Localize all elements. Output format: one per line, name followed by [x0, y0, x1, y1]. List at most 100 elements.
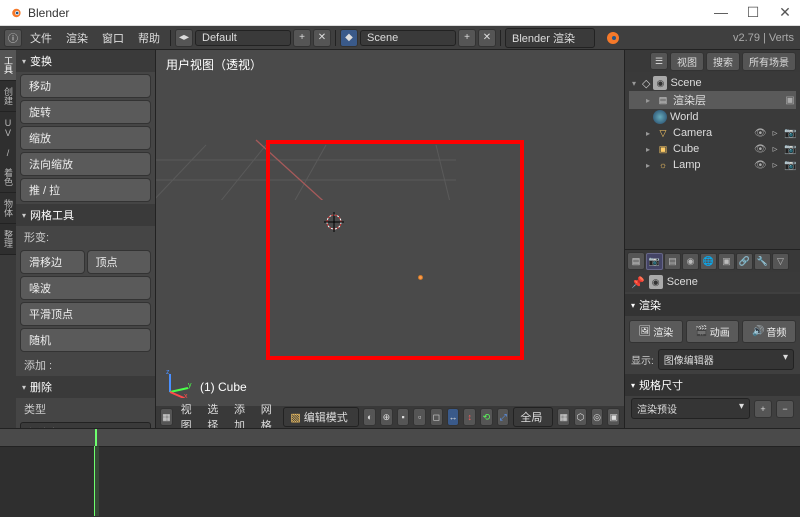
rotate-button[interactable]: 旋转: [20, 100, 151, 124]
sel-face-icon[interactable]: ◻: [430, 408, 443, 426]
manip-move-icon[interactable]: ↕: [463, 408, 476, 426]
tab-scene-icon[interactable]: ◉: [682, 253, 699, 270]
tree-world-row[interactable]: World: [629, 109, 796, 125]
proportional-icon[interactable]: ◎: [591, 408, 604, 426]
manip-rotate-icon[interactable]: ⟲: [480, 408, 493, 426]
tab-options[interactable]: 物体: [0, 193, 16, 224]
rend-icon[interactable]: 📷: [784, 128, 796, 139]
render-preview-icon[interactable]: ▣: [607, 408, 620, 426]
scene-browse-icon[interactable]: ◆: [340, 29, 358, 47]
outliner-search-button[interactable]: 搜索: [706, 52, 740, 71]
layers-icon[interactable]: ▦: [557, 408, 570, 426]
panel-delete-head[interactable]: 删除: [16, 376, 155, 398]
tab-world-icon[interactable]: 🌐: [700, 253, 717, 270]
panel-transform-head[interactable]: 变换: [16, 50, 155, 72]
manip-scale-icon[interactable]: ⤢: [497, 408, 510, 426]
sel-vert-icon[interactable]: ▪: [397, 408, 410, 426]
vis-icon[interactable]: 👁: [754, 160, 766, 171]
scale-normal-button[interactable]: 法向缩放: [20, 152, 151, 176]
timeline-body[interactable]: [0, 447, 800, 517]
tree-lamp-row[interactable]: ▸☼Lamp👁▹📷: [629, 157, 796, 173]
editor-type-outliner-icon[interactable]: ☰: [650, 52, 668, 70]
render-preset-select[interactable]: 渲染预设▾: [631, 398, 750, 419]
mode-select[interactable]: ▧编辑模式: [283, 407, 359, 427]
outliner-filter-select[interactable]: 所有场景: [742, 52, 796, 71]
tab-render-icon[interactable]: 📷: [646, 253, 663, 270]
maximize-button[interactable]: ☐: [746, 4, 760, 21]
snap-icon[interactable]: ⬡: [574, 408, 587, 426]
delete-mode-select[interactable]: 仅边和面▾: [20, 422, 151, 428]
noise-button[interactable]: 噪波: [20, 276, 151, 300]
sel-icon[interactable]: ▹: [769, 128, 781, 139]
panel-meshtools-head[interactable]: 网格工具: [16, 204, 155, 226]
rend-icon[interactable]: 📷: [784, 144, 796, 155]
editor-type-3dview-icon[interactable]: ▦: [160, 408, 173, 426]
add-scene-button[interactable]: +: [458, 29, 476, 47]
hdr-add[interactable]: 添加: [230, 401, 253, 428]
tree-scene-row[interactable]: ▾◇◉Scene: [629, 75, 796, 91]
render-engine-select[interactable]: Blender 渲染: [505, 28, 595, 48]
add-layout-button[interactable]: +: [293, 29, 311, 47]
dimensions-panel-head[interactable]: 规格尺寸: [625, 374, 800, 396]
manipulator-toggle[interactable]: ↔: [447, 408, 460, 426]
menu-render[interactable]: 渲染: [60, 30, 94, 46]
editor-type-info-icon[interactable]: ⓘ: [4, 29, 22, 47]
smooth-vertex-button[interactable]: 平滑顶点: [20, 302, 151, 326]
timeline-playhead[interactable]: [95, 429, 97, 446]
screen-layout-field[interactable]: Default: [195, 30, 291, 46]
hdr-select[interactable]: 选择: [203, 401, 226, 428]
tab-constraints-icon[interactable]: 🔗: [736, 253, 753, 270]
hdr-view[interactable]: 视图: [177, 401, 200, 428]
minimize-button[interactable]: —: [714, 4, 728, 21]
sel-icon[interactable]: ▹: [769, 160, 781, 171]
pivot-icon[interactable]: ⊕: [380, 408, 393, 426]
timeline-ruler[interactable]: [0, 429, 800, 447]
vertex-button[interactable]: 顶点: [87, 250, 152, 274]
timeline-editor[interactable]: [0, 428, 800, 516]
tree-cube-row[interactable]: ▸▣Cube👁▹📷: [629, 141, 796, 157]
render-button[interactable]: 🖼渲染: [629, 320, 683, 343]
tab-shading[interactable]: UV / 着色: [0, 112, 16, 193]
tree-camera-row[interactable]: ▸▽Camera👁▹📷: [629, 125, 796, 141]
render-anim-button[interactable]: 🎬动画: [686, 320, 740, 343]
close-button[interactable]: ✕: [778, 4, 792, 21]
remove-scene-button[interactable]: ✕: [478, 29, 496, 47]
menu-file[interactable]: 文件: [24, 30, 58, 46]
display-select[interactable]: 图像编辑器▾: [658, 349, 794, 370]
hdr-mesh[interactable]: 网格: [257, 401, 280, 428]
render-panel-head[interactable]: 渲染: [625, 294, 800, 316]
preset-remove-button[interactable]: −: [776, 400, 794, 418]
random-button[interactable]: 随机: [20, 328, 151, 352]
pin-icon[interactable]: 📌: [631, 276, 645, 289]
scale-button[interactable]: 缩放: [20, 126, 151, 150]
preset-add-button[interactable]: +: [754, 400, 772, 418]
tab-object-icon[interactable]: ▣: [718, 253, 735, 270]
tab-tools[interactable]: 工具: [0, 50, 16, 81]
edge-slide-button[interactable]: 滑移边: [20, 250, 85, 274]
shading-icon[interactable]: ◐: [363, 408, 376, 426]
tab-create[interactable]: 创建: [0, 81, 16, 112]
vis-icon[interactable]: 👁: [754, 144, 766, 155]
scene-field[interactable]: Scene: [360, 30, 456, 46]
outliner-view-button[interactable]: 视图: [670, 52, 704, 71]
rend-icon[interactable]: 📷: [784, 160, 796, 171]
tab-data-icon[interactable]: ▽: [772, 253, 789, 270]
sel-icon[interactable]: ▹: [769, 144, 781, 155]
tab-modifiers-icon[interactable]: 🔧: [754, 253, 771, 270]
sel-edge-icon[interactable]: ▫: [413, 408, 426, 426]
tab-renderlayers-icon[interactable]: ▤: [664, 253, 681, 270]
render-audio-button[interactable]: 🔊音频: [742, 320, 796, 343]
vis-icon[interactable]: 👁: [754, 128, 766, 139]
restrict-icon[interactable]: ▣: [784, 95, 796, 106]
editor-type-props-icon[interactable]: ▤: [627, 252, 645, 270]
menu-window[interactable]: 窗口: [96, 30, 130, 46]
move-button[interactable]: 移动: [20, 74, 151, 98]
3d-viewport[interactable]: 用户视图（透视） z y x (1) Cube ▦ 视图 选择 添加 网格 ▧编…: [156, 50, 624, 428]
tab-grease[interactable]: 整理: [0, 224, 16, 255]
back-icon[interactable]: ◂▸: [175, 29, 193, 47]
menu-help[interactable]: 帮助: [132, 30, 166, 46]
remove-layout-button[interactable]: ✕: [313, 29, 331, 47]
orientation-select[interactable]: 全局: [513, 407, 553, 427]
pushpull-button[interactable]: 推 / 拉: [20, 178, 151, 202]
tree-renderlayers-row[interactable]: ▸▤渲染层▣: [629, 91, 796, 109]
